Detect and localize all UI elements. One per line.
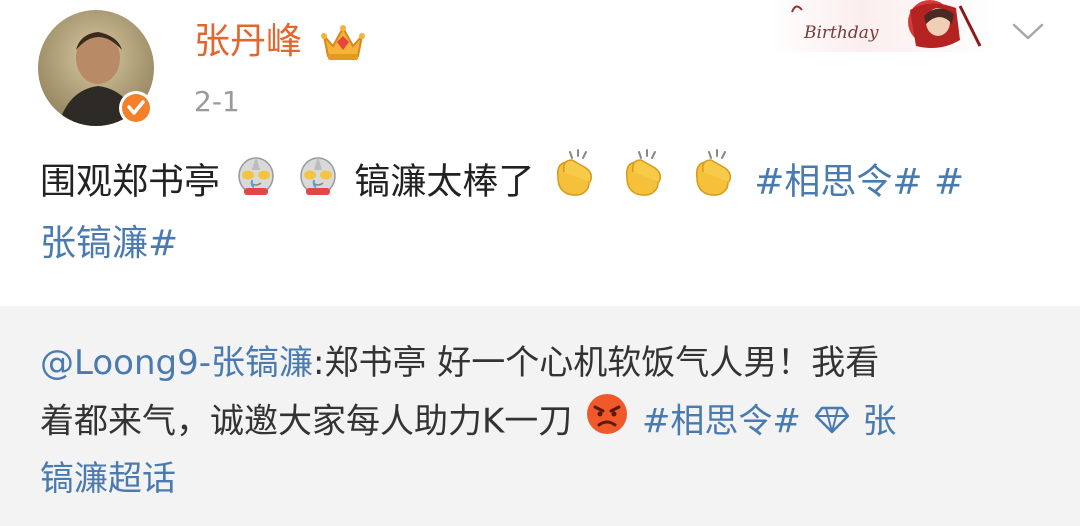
post-text-segment: 镐濂太棒了 <box>354 161 535 203</box>
post-timestamp: 2-1 <box>194 85 240 118</box>
ultraman-emoji <box>233 150 279 217</box>
username[interactable]: 张丹峰 <box>194 18 302 66</box>
birthday-banner: Birthday <box>770 0 1000 52</box>
clap-emoji <box>617 148 671 219</box>
hashtag-link[interactable]: # <box>934 162 964 203</box>
chevron-down-icon[interactable] <box>1008 18 1048 44</box>
mention-link[interactable]: @Loong9-张镐濂 <box>40 343 313 383</box>
angry-face-emoji <box>585 392 629 454</box>
clap-emoji <box>687 148 741 219</box>
banner-text: Birthday <box>803 23 879 43</box>
ultraman-emoji <box>295 150 341 217</box>
repost-text-segment: 着都来气，诚邀大家每人助力K一刀 <box>40 401 573 442</box>
supertopic-link[interactable]: 张 <box>863 402 897 442</box>
hashtag-link[interactable]: 张镐濂# <box>40 223 178 264</box>
post-body: 围观郑书亭 镐濂太棒了 #相思令# # 张镐濂# <box>40 148 1050 276</box>
repost-text-segment: :郑书亭 好一个心机软饭气人男！我看 <box>312 343 880 383</box>
post-line-2: 张镐濂# <box>40 212 1050 276</box>
post-text-segment: 围观郑书亭 <box>40 161 221 203</box>
crown-icon <box>320 20 366 64</box>
post-header: 张丹峰 2-1 Birthday <box>0 0 1080 140</box>
post-line-1: 围观郑书亭 镐濂太棒了 #相思令# # <box>40 148 1050 212</box>
user-avatar[interactable] <box>38 10 154 126</box>
repost-line-2: 着都来气，诚邀大家每人助力K一刀 #相思令# 张 <box>40 392 1050 450</box>
repost-body: @Loong9-张镐濂:郑书亭 好一个心机软饭气人男！我看 着都来气，诚邀大家每… <box>40 334 1050 508</box>
repost-line-1: @Loong9-张镐濂:郑书亭 好一个心机软饭气人男！我看 <box>40 334 1050 392</box>
clap-emoji <box>548 148 602 219</box>
supertopic-link[interactable]: 镐濂超话 <box>40 459 176 499</box>
verified-badge-icon <box>118 90 154 126</box>
hashtag-link[interactable]: #相思令# <box>642 402 801 442</box>
repost-line-3: 镐濂超话 <box>40 450 1050 508</box>
repost-card[interactable]: @Loong9-张镐濂:郑书亭 好一个心机软饭气人男！我看 着都来气，诚邀大家每… <box>0 306 1080 526</box>
diamond-icon <box>814 394 850 452</box>
hashtag-link[interactable]: #相思令# <box>754 162 922 203</box>
